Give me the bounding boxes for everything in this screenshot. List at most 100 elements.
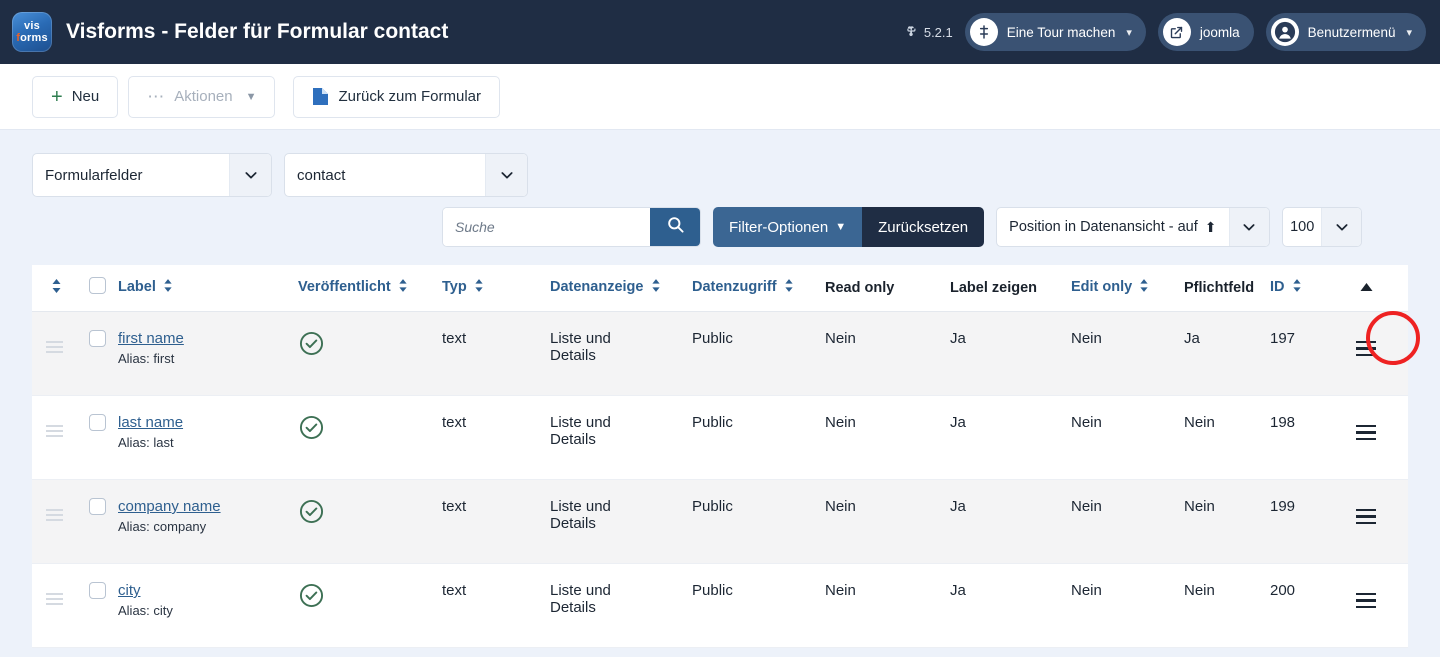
row-menu-cell[interactable] — [1324, 480, 1408, 564]
hamburger-icon[interactable] — [1356, 509, 1376, 525]
col-ordering[interactable] — [32, 265, 77, 312]
back-to-form-button[interactable]: Zurück zum Formular — [293, 76, 500, 118]
actions-button[interactable]: ⋯ Aktionen ▼ — [128, 76, 275, 118]
row-published-cell[interactable] — [298, 564, 442, 648]
col-label-text: Label — [118, 279, 156, 295]
site-link-button[interactable]: joomla — [1158, 13, 1254, 51]
col-published[interactable]: Veröffentlicht — [298, 265, 442, 312]
row-drag-cell[interactable] — [32, 480, 77, 564]
field-alias: Alias: company — [118, 519, 298, 534]
filter-selects: Formularfelder contact — [32, 153, 528, 197]
row-required-cell: Nein — [1184, 396, 1270, 480]
row-checkbox[interactable] — [89, 330, 106, 347]
plus-icon: + — [51, 87, 63, 107]
user-menu-label: Benutzermenü — [1308, 25, 1396, 40]
sort-icon — [474, 279, 484, 296]
row-edit-only-cell: Nein — [1071, 396, 1184, 480]
caret-up-icon — [1360, 280, 1373, 296]
row-read-only-cell: Nein — [825, 480, 950, 564]
row-type-cell: text — [442, 480, 550, 564]
scope-select[interactable]: Formularfelder — [32, 153, 272, 197]
hamburger-icon[interactable] — [1356, 341, 1376, 357]
row-select-cell[interactable] — [77, 564, 118, 648]
check-circle-icon[interactable] — [298, 414, 442, 445]
row-menu-cell[interactable] — [1324, 312, 1408, 396]
app-header: vis forms Visforms - Felder für Formular… — [0, 0, 1440, 64]
row-checkbox[interactable] — [89, 414, 106, 431]
row-data-display-cell: Liste und Details — [550, 480, 692, 564]
col-id[interactable]: ID — [1270, 265, 1324, 312]
form-select[interactable]: contact — [284, 153, 528, 197]
drag-handle-icon[interactable] — [46, 425, 63, 437]
filter-options-button[interactable]: Filter-Optionen ▼ — [713, 207, 862, 247]
arrow-up-icon: ⬆ — [1205, 219, 1217, 236]
version-number: 5.2.1 — [924, 25, 953, 40]
new-button[interactable]: + Neu — [32, 76, 118, 118]
col-row-actions[interactable] — [1324, 265, 1408, 312]
visforms-logo-icon: vis forms — [12, 12, 52, 52]
row-data-access-cell: Public — [692, 312, 825, 396]
row-published-cell[interactable] — [298, 480, 442, 564]
row-checkbox[interactable] — [89, 582, 106, 599]
row-type-cell: text — [442, 564, 550, 648]
field-label-link[interactable]: last name — [118, 414, 183, 431]
row-label-cell: company name Alias: company — [118, 480, 298, 564]
row-drag-cell[interactable] — [32, 564, 77, 648]
hamburger-icon[interactable] — [1356, 425, 1376, 441]
table-head: Label Veröffentlicht Typ — [32, 265, 1408, 312]
sort-icon — [398, 279, 408, 296]
col-label[interactable]: Label — [118, 265, 298, 312]
col-select-all[interactable] — [77, 265, 118, 312]
check-circle-icon[interactable] — [298, 582, 442, 613]
col-type-text: Typ — [442, 279, 467, 295]
field-label-link[interactable]: company name — [118, 498, 221, 515]
row-data-display-cell: Liste und Details — [550, 564, 692, 648]
sort-icon — [1139, 279, 1149, 296]
row-drag-cell[interactable] — [32, 396, 77, 480]
ordering-select[interactable]: Position in Datenansicht - auf ⬆ — [996, 207, 1270, 247]
row-edit-only-cell: Nein — [1071, 480, 1184, 564]
ordering-select-value-wrap: Position in Datenansicht - auf ⬆ — [997, 208, 1228, 246]
row-select-cell[interactable] — [77, 396, 118, 480]
row-data-access-cell: Public — [692, 480, 825, 564]
row-select-cell[interactable] — [77, 312, 118, 396]
row-required-cell: Nein — [1184, 564, 1270, 648]
reset-button[interactable]: Zurücksetzen — [862, 207, 984, 247]
row-type-cell: text — [442, 396, 550, 480]
row-menu-cell[interactable] — [1324, 396, 1408, 480]
row-edit-only-cell: Nein — [1071, 312, 1184, 396]
row-published-cell[interactable] — [298, 312, 442, 396]
row-menu-cell[interactable] — [1324, 564, 1408, 648]
field-label-link[interactable]: city — [118, 582, 141, 599]
drag-handle-icon[interactable] — [46, 509, 63, 521]
select-all-checkbox[interactable] — [89, 277, 106, 294]
hamburger-icon[interactable] — [1356, 593, 1376, 609]
form-select-value: contact — [285, 154, 485, 196]
search-button[interactable] — [650, 208, 700, 246]
row-checkbox[interactable] — [89, 498, 106, 515]
user-menu-button[interactable]: Benutzermenü ▾ — [1266, 13, 1426, 51]
user-circle-icon — [1271, 18, 1299, 46]
search-input[interactable] — [443, 208, 650, 246]
drag-handle-icon[interactable] — [46, 341, 63, 353]
check-circle-icon[interactable] — [298, 498, 442, 529]
filter-button-group: Filter-Optionen ▼ Zurücksetzen — [713, 207, 984, 247]
col-data-display[interactable]: Datenanzeige — [550, 265, 692, 312]
col-data-access-text: Datenzugriff — [692, 279, 777, 295]
col-type[interactable]: Typ — [442, 265, 550, 312]
limit-select[interactable]: 100 — [1282, 207, 1362, 247]
row-data-display-cell: Liste und Details — [550, 312, 692, 396]
scope-select-value: Formularfelder — [33, 154, 229, 196]
tour-button[interactable]: Eine Tour machen ▾ — [965, 13, 1146, 51]
col-edit-only[interactable]: Edit only — [1071, 265, 1184, 312]
col-data-access[interactable]: Datenzugriff — [692, 265, 825, 312]
drag-handle-icon[interactable] — [46, 593, 63, 605]
check-circle-icon[interactable] — [298, 330, 442, 361]
field-label-link[interactable]: first name — [118, 330, 184, 347]
row-select-cell[interactable] — [77, 480, 118, 564]
fields-table: Label Veröffentlicht Typ — [32, 265, 1408, 648]
tour-button-label: Eine Tour machen — [1007, 25, 1116, 40]
row-drag-cell[interactable] — [32, 312, 77, 396]
row-published-cell[interactable] — [298, 396, 442, 480]
logo-rest-letters: orms — [20, 32, 48, 44]
